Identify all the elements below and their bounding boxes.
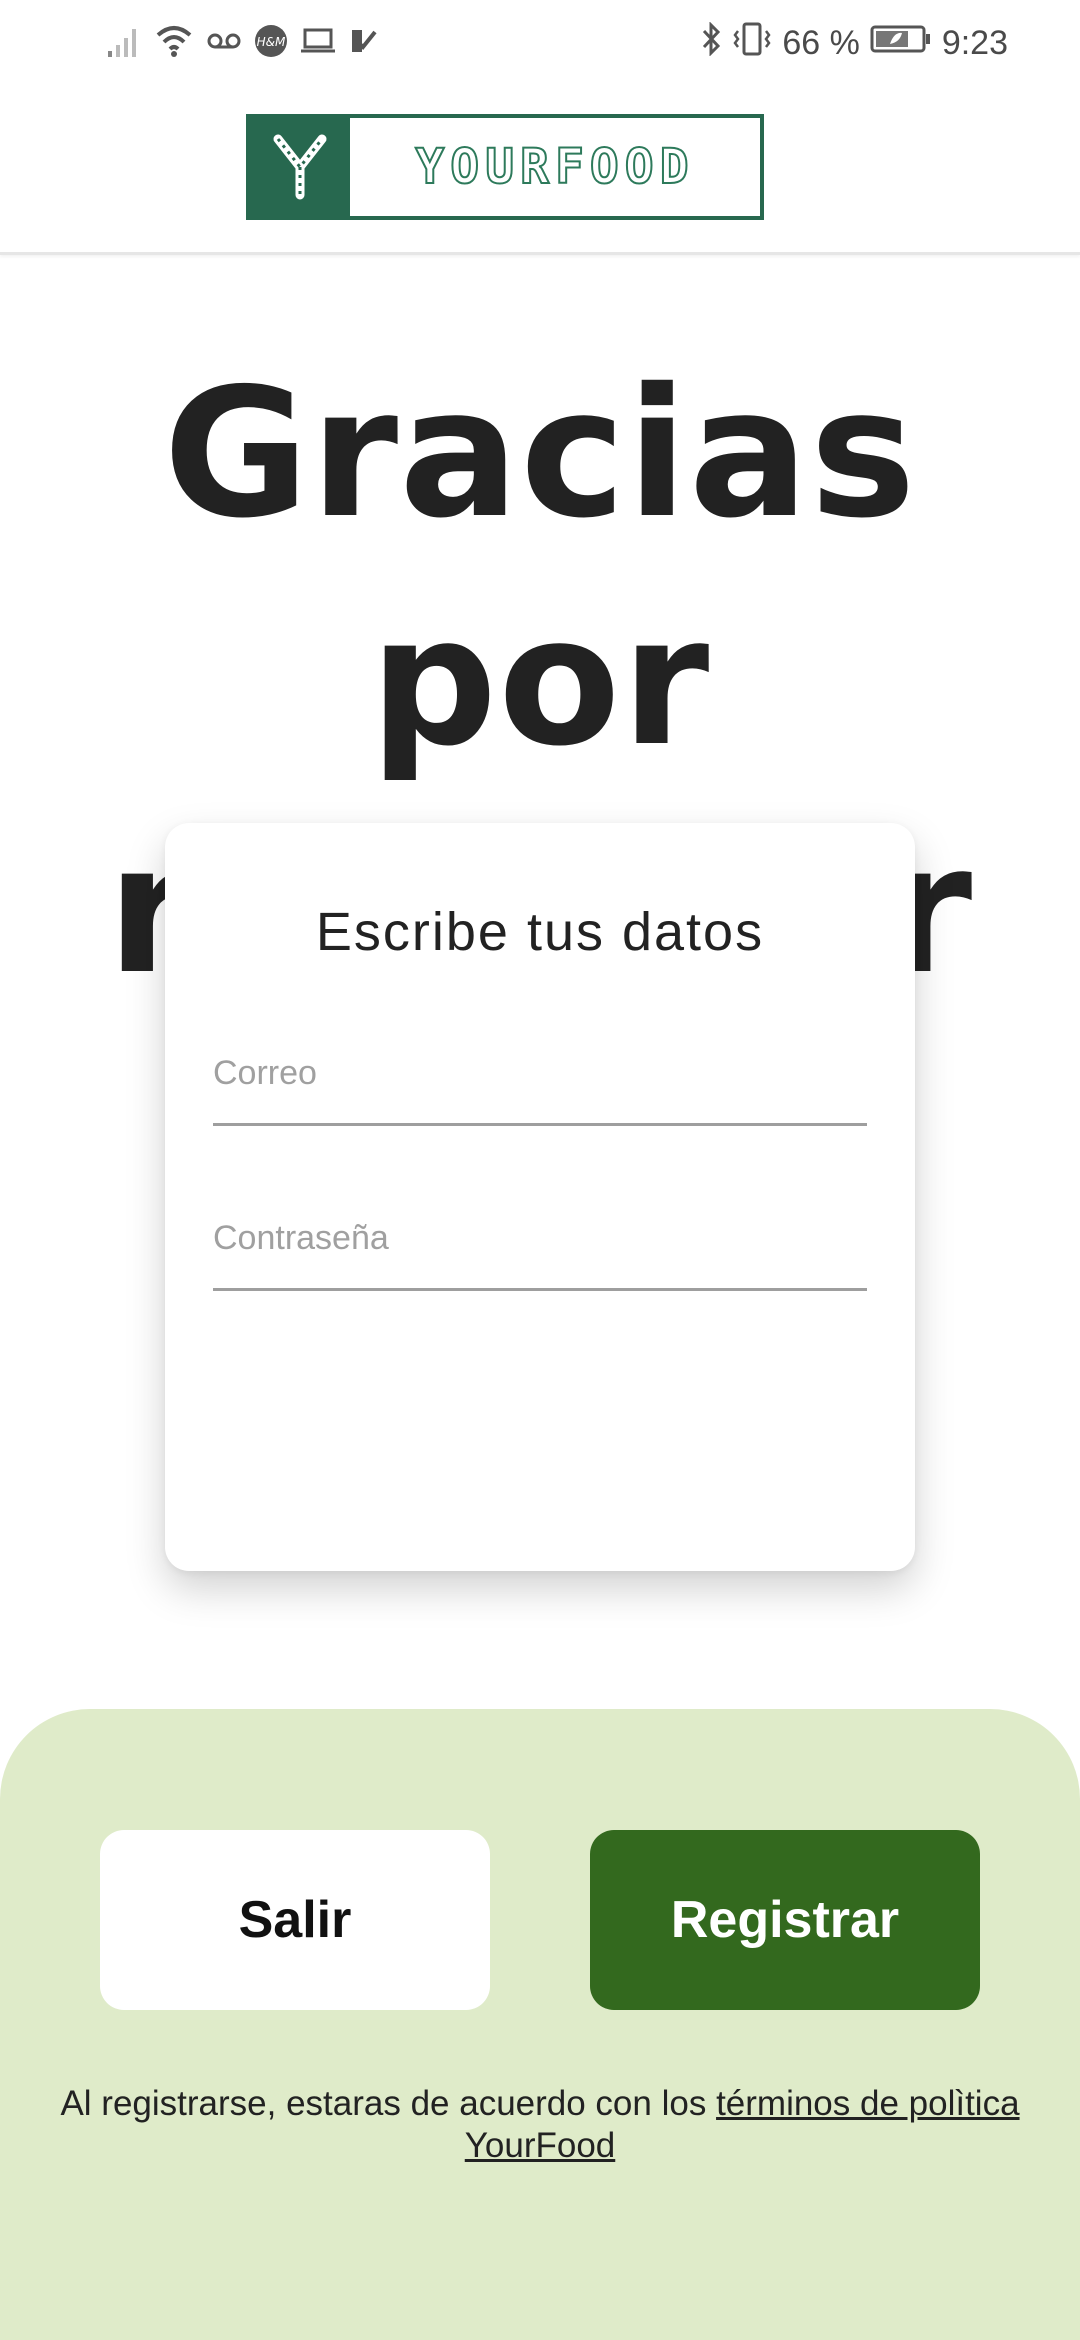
register-button[interactable]: Registrar: [590, 1830, 980, 2010]
status-left-icons: H&M: [106, 20, 378, 66]
app-header: YOURFOOD: [0, 86, 1080, 255]
action-panel: Salir Registrar Al registrarse, estaras …: [0, 1709, 1080, 2340]
terms-text: Al registrarse, estaras de acuerdo con l…: [60, 2084, 717, 2123]
logo-wordmark: YOURFOOD: [414, 138, 695, 196]
logo-y-mark-icon: [250, 118, 350, 216]
title-line-1: Gracias por: [163, 350, 917, 785]
exit-button[interactable]: Salir: [100, 1830, 490, 2010]
password-input[interactable]: [213, 1198, 867, 1278]
battery-icon: [870, 24, 932, 63]
voicemail-icon: [206, 29, 242, 58]
status-bar: H&M 66 % 9:23: [0, 0, 1080, 86]
email-input[interactable]: [213, 1033, 867, 1113]
laptop-icon: [300, 26, 336, 61]
hm-app-icon: H&M: [254, 24, 288, 63]
email-field[interactable]: [213, 1033, 867, 1126]
status-right-icons: 66 % 9:23: [700, 20, 1008, 66]
signal-icon: [106, 23, 142, 64]
wifi-icon: [154, 23, 194, 64]
card-title: Escribe tus datos: [315, 902, 765, 962]
login-card: Escribe tus datos: [165, 823, 915, 1571]
terms-notice: Al registrarse, estaras de acuerdo con l…: [20, 2083, 1060, 2167]
task-check-icon: [348, 26, 378, 61]
vibrate-icon: [732, 22, 772, 65]
clock: 9:23: [941, 23, 1008, 62]
yourfood-logo: YOURFOOD: [246, 114, 764, 220]
svg-text:H&M: H&M: [257, 35, 286, 49]
battery-percent: 66 %: [782, 23, 860, 62]
bluetooth-icon: [700, 20, 722, 65]
password-field[interactable]: [213, 1198, 867, 1291]
